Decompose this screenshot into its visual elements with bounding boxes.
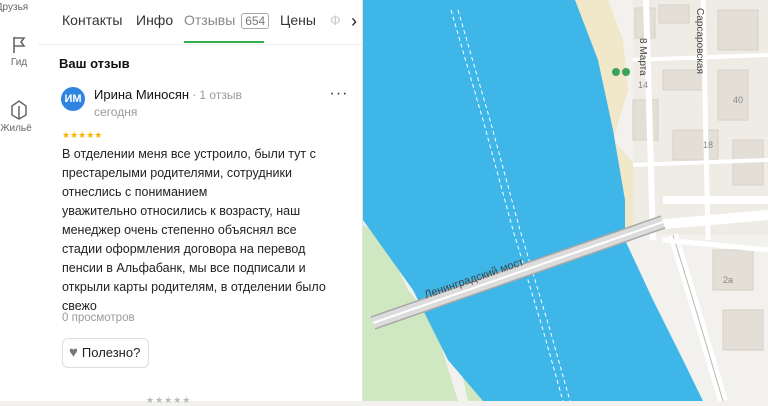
rail-item-guide[interactable]: Гид	[0, 36, 38, 68]
review-date: сегодня	[94, 105, 138, 119]
building-number: 2а	[723, 275, 734, 285]
rail-item-label: Гид	[10, 57, 28, 68]
avatar[interactable]: ИМ	[61, 87, 85, 111]
housing-icon	[10, 100, 28, 123]
more-options-icon[interactable]: ···	[328, 86, 350, 106]
chevron-right-icon[interactable]: ›	[346, 8, 362, 34]
useful-label: Полезно?	[81, 345, 141, 360]
tab-prices[interactable]: Цены	[280, 12, 316, 28]
author-name[interactable]: Ирина Миносян	[94, 87, 189, 102]
tab-contacts[interactable]: Контакты	[62, 12, 122, 28]
building-number: 14	[638, 80, 649, 90]
active-tab-indicator	[184, 41, 264, 43]
tab-info[interactable]: Инфо	[136, 12, 173, 28]
left-rail: Друзья Гид Жильё	[0, 0, 39, 401]
street-label-8-marta: 8 Марта	[637, 38, 648, 76]
author-review-count: 1 отзыв	[199, 88, 242, 102]
rail-item-label: Жильё	[0, 123, 32, 134]
rail-item-label: Друзья	[0, 2, 29, 13]
flag-icon	[11, 37, 27, 57]
review-panel: Контакты Инфо Отзывы 654 Цены Ф › Ваш от…	[38, 0, 363, 405]
rail-item-friends[interactable]: Друзья	[0, 2, 38, 13]
review-author: Ирина Миносян · 1 отзыв	[94, 87, 242, 102]
section-title: Ваш отзыв	[59, 56, 130, 71]
street-label-sarsarovskaya: Сарсаровская	[694, 8, 705, 74]
map-canvas[interactable]	[363, 0, 768, 401]
rating-stars: ★★★★★	[62, 130, 103, 140]
tab-label: Отзывы	[184, 12, 236, 28]
heart-icon: ♥	[69, 344, 78, 361]
map[interactable]: Ленинградский мост 8 Марта Сарсаровская …	[363, 0, 768, 401]
rail-item-housing[interactable]: Жильё	[0, 100, 38, 134]
tab-faded[interactable]: Ф	[330, 12, 341, 28]
review-text: В отделении меня все устроило, были тут …	[62, 147, 326, 313]
views-count: 0 просмотров	[62, 312, 135, 324]
reviews-count-badge: 654	[241, 13, 270, 29]
tab-reviews[interactable]: Отзывы 654	[184, 12, 270, 29]
building-number: 40	[733, 95, 744, 105]
useful-button[interactable]: ♥ Полезно?	[62, 338, 150, 368]
tab-bar: Контакты Инфо Отзывы 654 Цены Ф ›	[38, 0, 362, 45]
building-number: 18	[703, 140, 714, 150]
